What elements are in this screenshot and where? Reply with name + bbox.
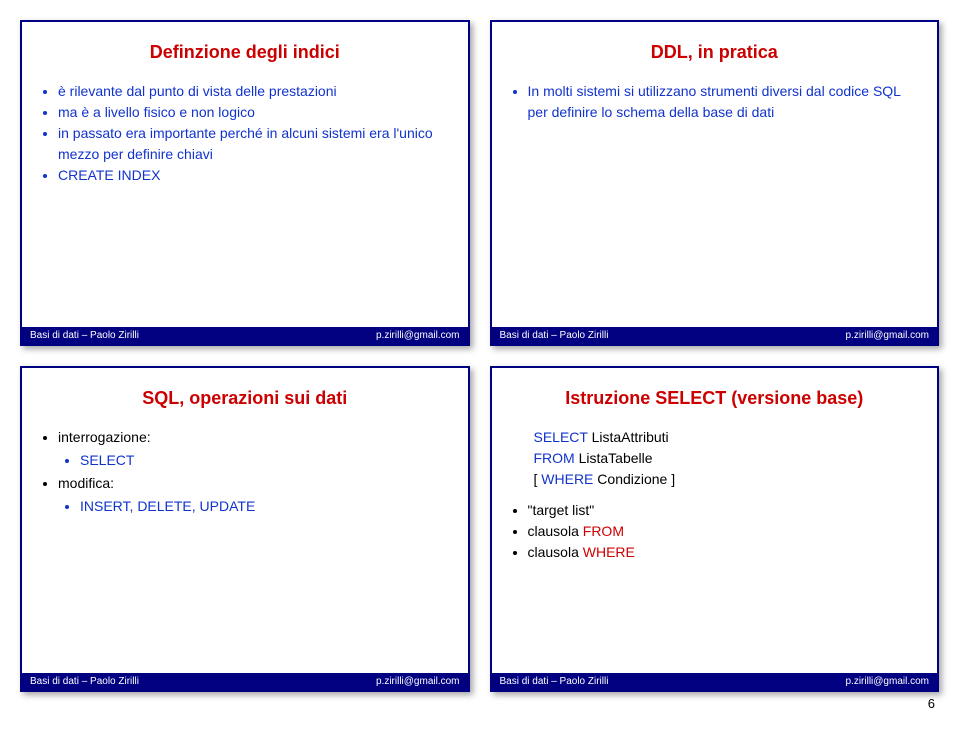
slide-body: DDL, in pratica In molti sistemi si util… — [492, 22, 938, 327]
bullet-list: interrogazione: SELECT modifica: INSERT,… — [36, 427, 454, 517]
slide-body: SQL, operazioni sui dati interrogazione:… — [22, 368, 468, 673]
bullet-list: In molti sistemi si utilizzano strumenti… — [506, 81, 924, 123]
slide-title: SQL, operazioni sui dati — [36, 388, 454, 409]
bullet-item: modifica: INSERT, DELETE, UPDATE — [58, 473, 454, 517]
select-keyword: SELECT — [534, 429, 588, 445]
clause-kw: FROM — [583, 523, 624, 539]
page-number: 6 — [20, 696, 939, 711]
from-keyword: FROM — [534, 450, 575, 466]
slide-bottom-left: SQL, operazioni sui dati interrogazione:… — [20, 366, 470, 692]
footer-left: Basi di dati – Paolo Zirilli — [30, 676, 139, 687]
sub-bullet-list: SELECT — [58, 450, 454, 471]
slide-footer: Basi di dati – Paolo Zirilli p.zirilli@g… — [22, 673, 468, 690]
bullet-item: in passato era importante perché in alcu… — [58, 123, 454, 165]
from-arg: ListaTabelle — [579, 450, 653, 466]
slide-footer: Basi di dati – Paolo Zirilli p.zirilli@g… — [492, 327, 938, 344]
footer-right: p.zirilli@gmail.com — [376, 676, 460, 687]
slide-body: Istruzione SELECT (versione base) SELECT… — [492, 368, 938, 673]
select-arg: ListaAttributi — [592, 429, 669, 445]
bullet-list: è rilevante dal punto di vista delle pre… — [36, 81, 454, 186]
from-line: FROM ListaTabelle — [534, 448, 924, 469]
where-keyword: WHERE — [541, 471, 593, 487]
slide-top-left: Definzione degli indici è rilevante dal … — [20, 20, 470, 346]
bullet-text: modifica: — [58, 475, 114, 491]
sub-bullet-list: INSERT, DELETE, UPDATE — [58, 496, 454, 517]
sub-bullet-item: SELECT — [80, 450, 454, 471]
bullet-item: "target list" — [528, 500, 924, 521]
slide-body: Definzione degli indici è rilevante dal … — [22, 22, 468, 327]
footer-right: p.zirilli@gmail.com — [376, 330, 460, 341]
slide-grid: Definzione degli indici è rilevante dal … — [20, 20, 939, 692]
where-arg: Condizione ] — [593, 471, 675, 487]
select-line: SELECT ListaAttributi — [534, 427, 924, 448]
slide-title: Definzione degli indici — [36, 42, 454, 63]
bullet-item: CREATE INDEX — [58, 165, 454, 186]
select-syntax-block: SELECT ListaAttributi FROM ListaTabelle … — [534, 427, 924, 490]
bullet-item: interrogazione: SELECT — [58, 427, 454, 471]
slide-title: Istruzione SELECT (versione base) — [506, 388, 924, 409]
footer-left: Basi di dati – Paolo Zirilli — [500, 330, 609, 341]
footer-left: Basi di dati – Paolo Zirilli — [500, 676, 609, 687]
bullet-item: In molti sistemi si utilizzano strumenti… — [528, 81, 924, 123]
clause-pre: clausola — [528, 544, 583, 560]
bullet-text: interrogazione: — [58, 429, 151, 445]
slide-footer: Basi di dati – Paolo Zirilli p.zirilli@g… — [492, 673, 938, 690]
bullet-item: clausola WHERE — [528, 542, 924, 563]
bullet-item: clausola FROM — [528, 521, 924, 542]
footer-right: p.zirilli@gmail.com — [846, 676, 930, 687]
bullet-item: ma è a livello fisico e non logico — [58, 102, 454, 123]
slide-footer: Basi di dati – Paolo Zirilli p.zirilli@g… — [22, 327, 468, 344]
footer-right: p.zirilli@gmail.com — [846, 330, 930, 341]
sub-bullet-item: INSERT, DELETE, UPDATE — [80, 496, 454, 517]
where-line: [ WHERE Condizione ] — [534, 469, 924, 490]
bullet-list: "target list" clausola FROM clausola WHE… — [506, 500, 924, 563]
footer-left: Basi di dati – Paolo Zirilli — [30, 330, 139, 341]
clause-pre: clausola — [528, 523, 583, 539]
clause-kw: WHERE — [583, 544, 635, 560]
bullet-item: è rilevante dal punto di vista delle pre… — [58, 81, 454, 102]
slide-bottom-right: Istruzione SELECT (versione base) SELECT… — [490, 366, 940, 692]
slide-title: DDL, in pratica — [506, 42, 924, 63]
slide-top-right: DDL, in pratica In molti sistemi si util… — [490, 20, 940, 346]
